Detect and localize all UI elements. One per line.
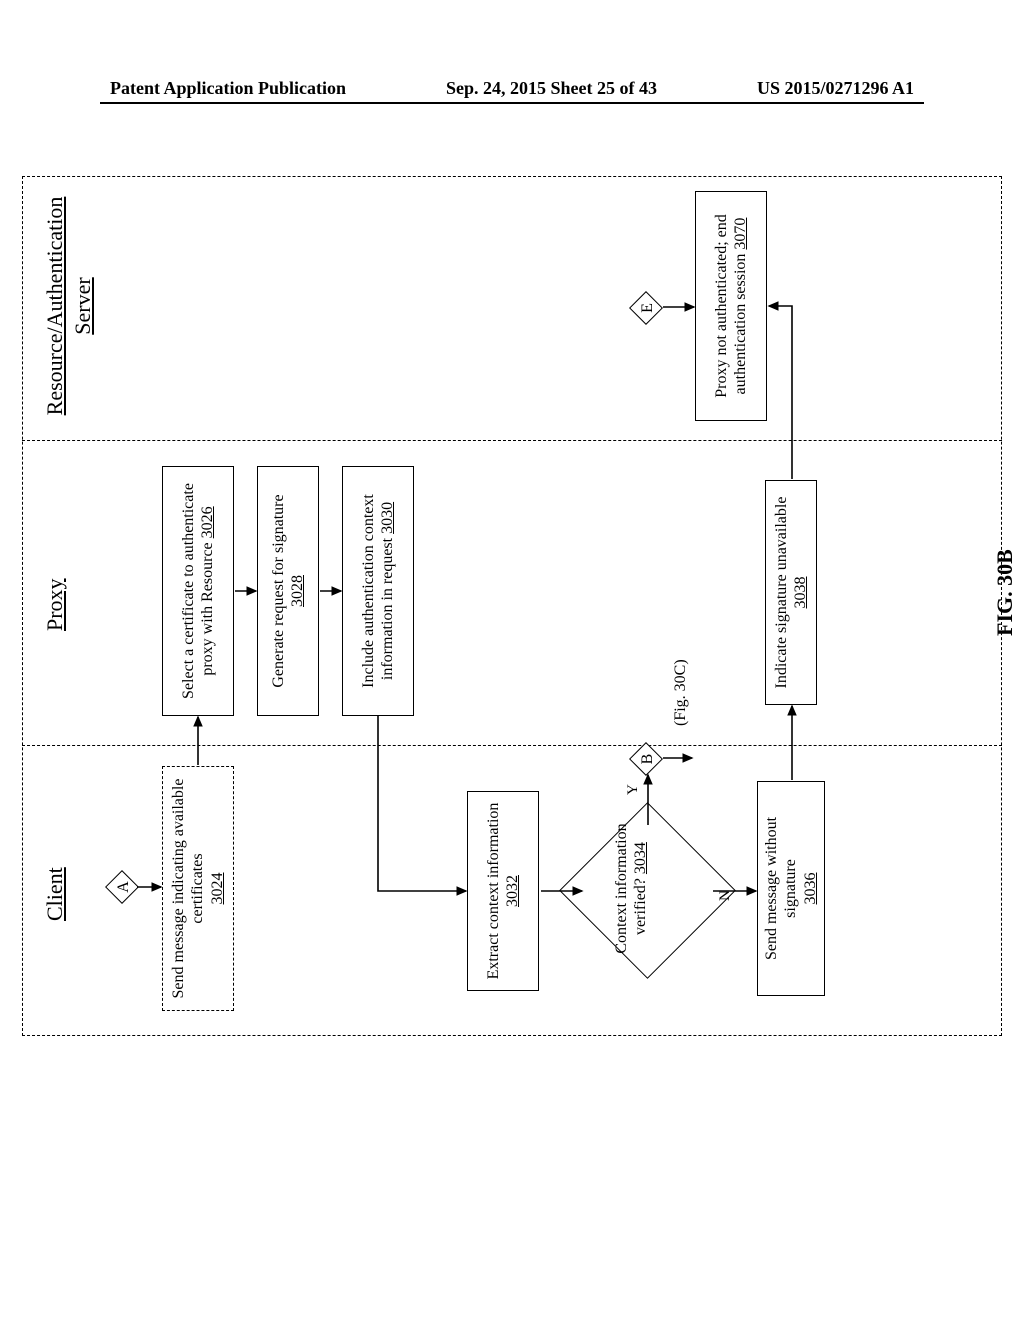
flow-arrows	[22, 176, 1002, 1036]
header-right: US 2015/0271296 A1	[757, 78, 914, 99]
figure-caption: FIG. 30B	[992, 549, 1018, 636]
header-left: Patent Application Publication	[110, 78, 346, 99]
header-center: Sep. 24, 2015 Sheet 25 of 43	[446, 78, 657, 99]
flowchart-diagram: Client Proxy Resource/Authentication Ser…	[72, 239, 942, 981]
header-rule	[100, 102, 924, 104]
